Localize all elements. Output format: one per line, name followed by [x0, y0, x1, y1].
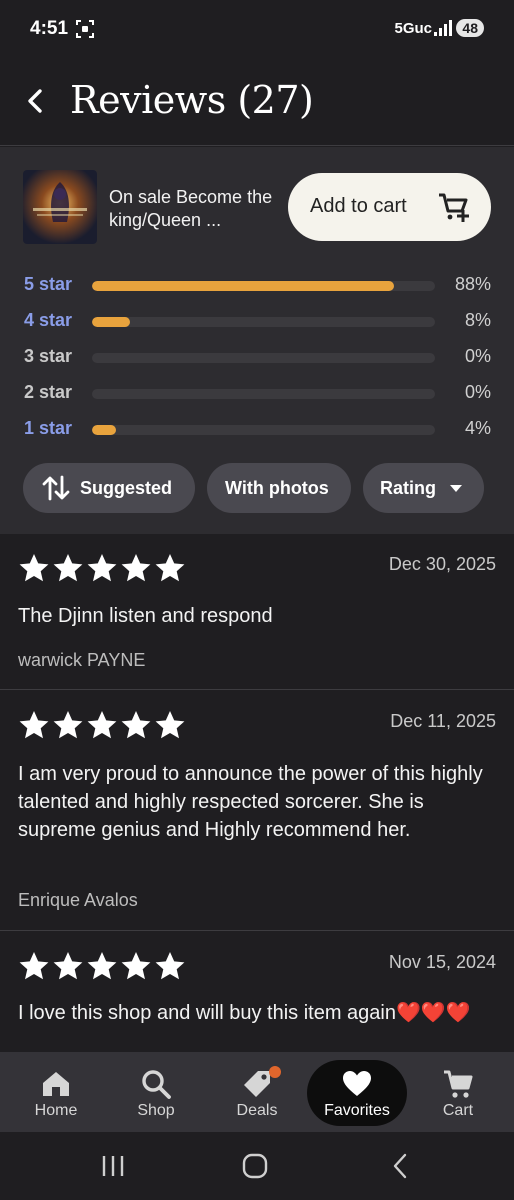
star-icon — [53, 711, 83, 739]
review-date: Dec 11, 2025 — [390, 711, 496, 731]
network-type: 5Guc — [394, 20, 432, 37]
status-time: 4:51 — [30, 18, 69, 39]
home-icon — [43, 1072, 69, 1096]
review-summary: On sale Become the king/Queen ... Add to… — [0, 147, 514, 534]
star-icon — [19, 952, 49, 980]
rating-bar — [92, 317, 435, 327]
rating-bar — [92, 425, 435, 435]
heart-icon — [343, 1071, 371, 1096]
star-icon — [19, 711, 49, 739]
nav-favorites-label: Favorites — [324, 1102, 390, 1119]
star-icon — [121, 554, 151, 582]
review-item: Nov 15, 2024 I love this shop and will b… — [0, 932, 514, 1052]
rating-percent: 88% — [454, 274, 491, 294]
system-nav-bar — [0, 1132, 514, 1200]
add-to-cart-label: Add to cart — [310, 195, 407, 217]
nav-home[interactable]: Home — [6, 1052, 106, 1132]
star-icon — [87, 952, 117, 980]
nav-cart-label: Cart — [442, 1102, 474, 1119]
review-text: I love this shop and will buy this item … — [18, 1002, 471, 1024]
nav-cart[interactable]: Cart — [408, 1052, 508, 1132]
review-stars — [18, 950, 186, 982]
review-text: I am very proud to announce the power of… — [18, 763, 483, 841]
cart-icon — [444, 1070, 473, 1098]
product-image — [23, 170, 97, 244]
review-author[interactable]: warwick PAYNE — [18, 650, 145, 671]
star-icon — [53, 952, 83, 980]
rating-percent: 8% — [464, 310, 491, 330]
rating-label: 1 star — [24, 418, 73, 438]
nav-deals-label: Deals — [236, 1102, 278, 1119]
page-title: Reviews (27) — [70, 78, 314, 122]
filter-rating-label: Rating — [380, 478, 436, 498]
product-title[interactable]: On sale Become the king/Queen ... — [109, 186, 279, 232]
search-icon — [142, 1070, 171, 1099]
add-to-cart-button[interactable]: Add to cart — [288, 173, 491, 241]
nav-deals[interactable]: Deals — [207, 1052, 307, 1132]
rating-percent: 0% — [464, 382, 491, 402]
rating-percent: 0% — [464, 346, 491, 366]
status-bar: 4:51 5Guc 48 — [0, 0, 514, 60]
recent-apps-icon[interactable] — [98, 1152, 128, 1180]
rating-row-2: 2 star 0% — [0, 378, 514, 408]
sort-arrows-icon — [42, 475, 70, 501]
battery-level: 48 — [456, 19, 484, 37]
review-item: Dec 11, 2025 I am very proud to announce… — [0, 691, 514, 931]
star-icon — [87, 711, 117, 739]
review-date: Nov 15, 2024 — [388, 952, 496, 972]
star-icon — [155, 554, 185, 582]
page-header: Reviews (27) — [0, 60, 514, 146]
chevron-left-icon[interactable] — [22, 85, 50, 117]
star-icon — [155, 952, 185, 980]
review-author[interactable]: Enrique Avalos — [18, 890, 138, 911]
deals-notification-dot — [269, 1066, 281, 1078]
nav-shop-label: Shop — [137, 1102, 175, 1119]
star-icon — [87, 554, 117, 582]
product-thumbnail[interactable] — [23, 170, 97, 244]
nav-shop[interactable]: Shop — [106, 1052, 206, 1132]
screenshot-icon — [76, 20, 94, 38]
nav-favorites[interactable]: Favorites — [307, 1052, 407, 1132]
rating-bar-fill — [92, 317, 130, 327]
review-text: The Djinn listen and respond — [18, 605, 273, 627]
rating-label: 4 star — [24, 310, 73, 330]
rating-row-5[interactable]: 5 star 88% — [0, 270, 514, 300]
rating-bar-fill — [92, 425, 116, 435]
system-back-icon[interactable] — [386, 1152, 416, 1180]
star-icon — [121, 952, 151, 980]
home-button-icon[interactable] — [240, 1152, 270, 1180]
signal-icon — [434, 20, 452, 36]
star-icon — [121, 711, 151, 739]
star-icon — [155, 711, 185, 739]
sort-suggested-label: Suggested — [80, 478, 173, 498]
rating-bar — [92, 353, 435, 363]
rating-row-1[interactable]: 1 star 4% — [0, 414, 514, 444]
rating-bar-fill — [92, 281, 394, 291]
review-date: Dec 30, 2025 — [388, 554, 496, 574]
sort-suggested-button[interactable]: Suggested — [23, 463, 195, 513]
review-stars — [18, 709, 186, 741]
star-icon — [19, 554, 49, 582]
caret-down-icon — [450, 485, 462, 492]
filter-with-photos-label: With photos — [225, 478, 329, 498]
rating-percent: 4% — [464, 418, 491, 438]
filter-with-photos-button[interactable]: With photos — [207, 463, 351, 513]
rating-label: 2 star — [24, 382, 73, 402]
rating-bar — [92, 281, 435, 291]
rating-row-3: 3 star 0% — [0, 342, 514, 372]
rating-label: 5 star — [24, 274, 73, 294]
review-stars — [18, 552, 186, 584]
rating-label: 3 star — [24, 346, 73, 366]
rating-row-4[interactable]: 4 star 8% — [0, 306, 514, 336]
star-icon — [53, 554, 83, 582]
nav-home-label: Home — [34, 1102, 78, 1119]
rating-bar — [92, 389, 435, 399]
review-item: Dec 30, 2025 The Djinn listen and respon… — [0, 534, 514, 690]
filter-rating-dropdown[interactable]: Rating — [363, 463, 484, 513]
bottom-nav: Home Shop Deals Favorites Cart — [0, 1052, 514, 1132]
cart-plus-icon — [439, 193, 469, 222]
